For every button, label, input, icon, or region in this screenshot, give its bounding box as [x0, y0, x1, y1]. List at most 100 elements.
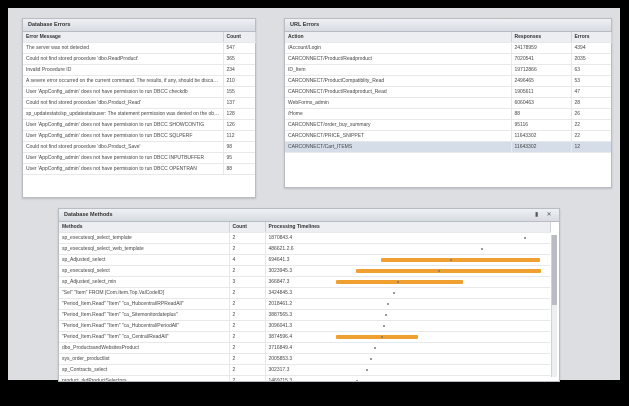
table-row[interactable]: CARCONNECT/order_buy_summary 95116 22 — [285, 119, 611, 131]
url-action: /Account/Login — [285, 42, 511, 54]
url-action: CARCONNECT/PRICE_SNIPPET — [285, 130, 511, 142]
table-row[interactable]: sp_Adjusted_select_min 3 366847.3 — [59, 276, 550, 288]
processing-timeline: 3874596.4 — [264, 331, 550, 343]
table-row[interactable]: Could not find stored procedure 'dbo.Pro… — [23, 97, 255, 109]
error-count: 98 — [222, 141, 255, 153]
method-name: "Period_Item.Read" "Item" "ca_Hubcentral… — [59, 298, 229, 310]
column-header-error-message[interactable]: Error Message — [23, 32, 224, 43]
table-row[interactable]: WebForms_admin 6060463 28 — [285, 97, 611, 109]
table-row[interactable]: "Period_Item.Read" "Item" "ca_Hubcentral… — [59, 320, 550, 332]
column-header-errors[interactable]: Errors — [571, 32, 612, 43]
url-responses: 2496465 — [510, 75, 571, 87]
method-name: sp_Adjusted_select_min — [59, 276, 229, 288]
error-message: sp_updatestats/sp_updatestatsuser: The s… — [23, 108, 223, 120]
table-row[interactable]: product_rkdProductSelectors 2 1469715.3 — [59, 375, 550, 381]
table-row[interactable]: sp_executesql_select 2 3023945.3 — [59, 265, 550, 277]
url-action: /Home — [285, 108, 511, 120]
timeline-marker — [392, 292, 395, 294]
timeline-bar — [335, 280, 463, 284]
table-row[interactable]: dbo_ProductsandWebsitesProduct 2 3716849.4 — [59, 342, 550, 354]
timeline-marker — [524, 237, 527, 239]
method-count: 2 — [228, 331, 265, 343]
timeline-marker — [382, 325, 385, 327]
processing-timeline: 3096041.3 — [264, 320, 550, 332]
table-row[interactable]: "Period_Item.Read" "Item" "ca_Sitemonito… — [59, 309, 550, 321]
method-name: "Period_Item.Read" "Item" "ca_Hubcentral… — [59, 320, 229, 332]
table-row[interactable]: sp_Contracts_select 2 302317.3 — [59, 364, 550, 376]
method-count: 2 — [228, 353, 265, 365]
timeline-value: 366847.3 — [268, 279, 290, 285]
table-row[interactable]: ID_Item 19712866 63 — [285, 64, 611, 76]
table-row[interactable]: CARCONNECT/Product/Readproduct 7020541 203… — [285, 53, 611, 65]
column-header-methods[interactable]: Methods — [59, 222, 230, 233]
database-errors-panel: Database Errors Error Message Count The … — [22, 18, 256, 198]
table-row[interactable]: sp_executesql_select_template 2 1870843.4 — [59, 232, 550, 244]
processing-timeline: 3424845.3 — [264, 287, 550, 299]
table-row[interactable]: sys_order_productlist 2 2005853.3 — [59, 353, 550, 365]
method-name: "Sel" "Item" FROM [Com.Item.Top.ValCodeI… — [59, 287, 229, 299]
table-row[interactable]: "Period_Item.Read" "Item" "ca_Hubcentral… — [59, 298, 550, 310]
error-count: 210 — [222, 75, 255, 87]
error-message: User 'AppConfig_admin' does not have per… — [23, 86, 223, 98]
timeline-marker — [356, 380, 358, 381]
table-row[interactable]: User 'AppConfig_admin' does not have per… — [23, 86, 255, 98]
column-header-count[interactable]: Count — [229, 222, 266, 233]
method-count: 2 — [228, 320, 265, 332]
url-errors-title: URL Errors — [285, 19, 611, 32]
table-row[interactable]: The server was not detected 547 — [23, 42, 255, 54]
timeline-bar — [380, 258, 541, 262]
url-responses: 24178959 — [510, 42, 571, 54]
table-row[interactable]: User 'AppConfig_admin' does not have per… — [23, 119, 255, 131]
table-row[interactable]: /Account/Login 24178959 4394 — [285, 42, 611, 54]
method-count: 2 — [228, 309, 265, 321]
url-responses: 11643302 — [510, 130, 571, 142]
table-row[interactable]: sp_updatestats/sp_updatestatsuser: The s… — [23, 108, 255, 120]
database-methods-panel: Database Methods ▮ ✕ Methods Count Proce… — [58, 208, 560, 382]
table-row[interactable]: Invalid Procedure ID 234 — [23, 64, 255, 76]
close-icon[interactable]: ✕ — [545, 211, 553, 219]
table-row[interactable]: User 'AppConfig_admin' does not have per… — [23, 152, 255, 164]
table-row[interactable]: User 'AppConfig_admin' does not have per… — [23, 130, 255, 142]
url-errors-count: 26 — [570, 108, 611, 120]
table-row[interactable]: CARCONNECT/Cart_ITEMS 11643302 12 — [285, 141, 611, 153]
method-count: 2 — [228, 232, 265, 244]
url-responses: 88 — [510, 108, 571, 120]
column-header-responses[interactable]: Responses — [511, 32, 572, 43]
table-row[interactable]: A severe error occurred on the current c… — [23, 75, 255, 87]
error-count: 112 — [222, 130, 255, 142]
method-name: sp_Contracts_select — [59, 364, 229, 376]
table-row[interactable]: sp_executesql_select_web_template 2 486621… — [59, 243, 550, 255]
timeline-marker — [397, 281, 399, 283]
timeline-value: 3874596.4 — [268, 334, 293, 340]
timeline-marker — [374, 347, 377, 349]
scrollbar-thumb[interactable] — [552, 235, 557, 305]
dashboard: Database Errors Error Message Count The … — [8, 8, 620, 382]
table-row[interactable]: CARCONNECT/PRICE_SNIPPET 11643302 22 — [285, 130, 611, 142]
url-errors-count: 47 — [570, 86, 611, 98]
vertical-scrollbar[interactable] — [551, 235, 557, 377]
table-row[interactable]: /Home 88 26 — [285, 108, 611, 120]
table-row[interactable]: sp_Adjusted_select 4 694641.3 — [59, 254, 550, 266]
column-header-action[interactable]: Action — [285, 32, 512, 43]
error-message: User 'AppConfig_admin' does not have per… — [23, 152, 223, 164]
timeline-marker — [370, 358, 373, 360]
url-responses: 6060463 — [510, 97, 571, 109]
processing-timeline: 694641.3 — [264, 254, 550, 266]
table-row[interactable]: "Period_Item.Read" "Item" "ca_Central/Re… — [59, 331, 550, 343]
method-count: 4 — [228, 254, 265, 266]
chart-icon[interactable]: ▮ — [533, 211, 541, 219]
panel-controls: ▮ ✕ — [530, 211, 553, 219]
url-errors-count: 2035 — [570, 53, 611, 65]
table-row[interactable]: "Sel" "Item" FROM [Com.Item.Top.ValCodeI… — [59, 287, 550, 299]
table-row[interactable]: CARCONNECT/Product/Readproduct_Read 19056… — [285, 86, 611, 98]
table-row[interactable]: User 'AppConfig_admin' does not have per… — [23, 163, 255, 175]
url-responses: 1905611 — [510, 86, 571, 98]
table-row[interactable]: CARCONNECT/ProductCompatiblity_Read 24964… — [285, 75, 611, 87]
table-row[interactable]: Could not find stored procedure 'dbo.Pro… — [23, 141, 255, 153]
column-header-count[interactable]: Count — [223, 32, 256, 43]
timeline-value: 694641.3 — [268, 257, 290, 263]
column-header-processing-timelines[interactable]: Processing Timelines — [265, 222, 551, 233]
error-count: 126 — [222, 119, 255, 131]
processing-timeline: 2018461.2 — [264, 298, 550, 310]
table-row[interactable]: Could not find stored procedure 'dbo.Rea… — [23, 53, 255, 65]
